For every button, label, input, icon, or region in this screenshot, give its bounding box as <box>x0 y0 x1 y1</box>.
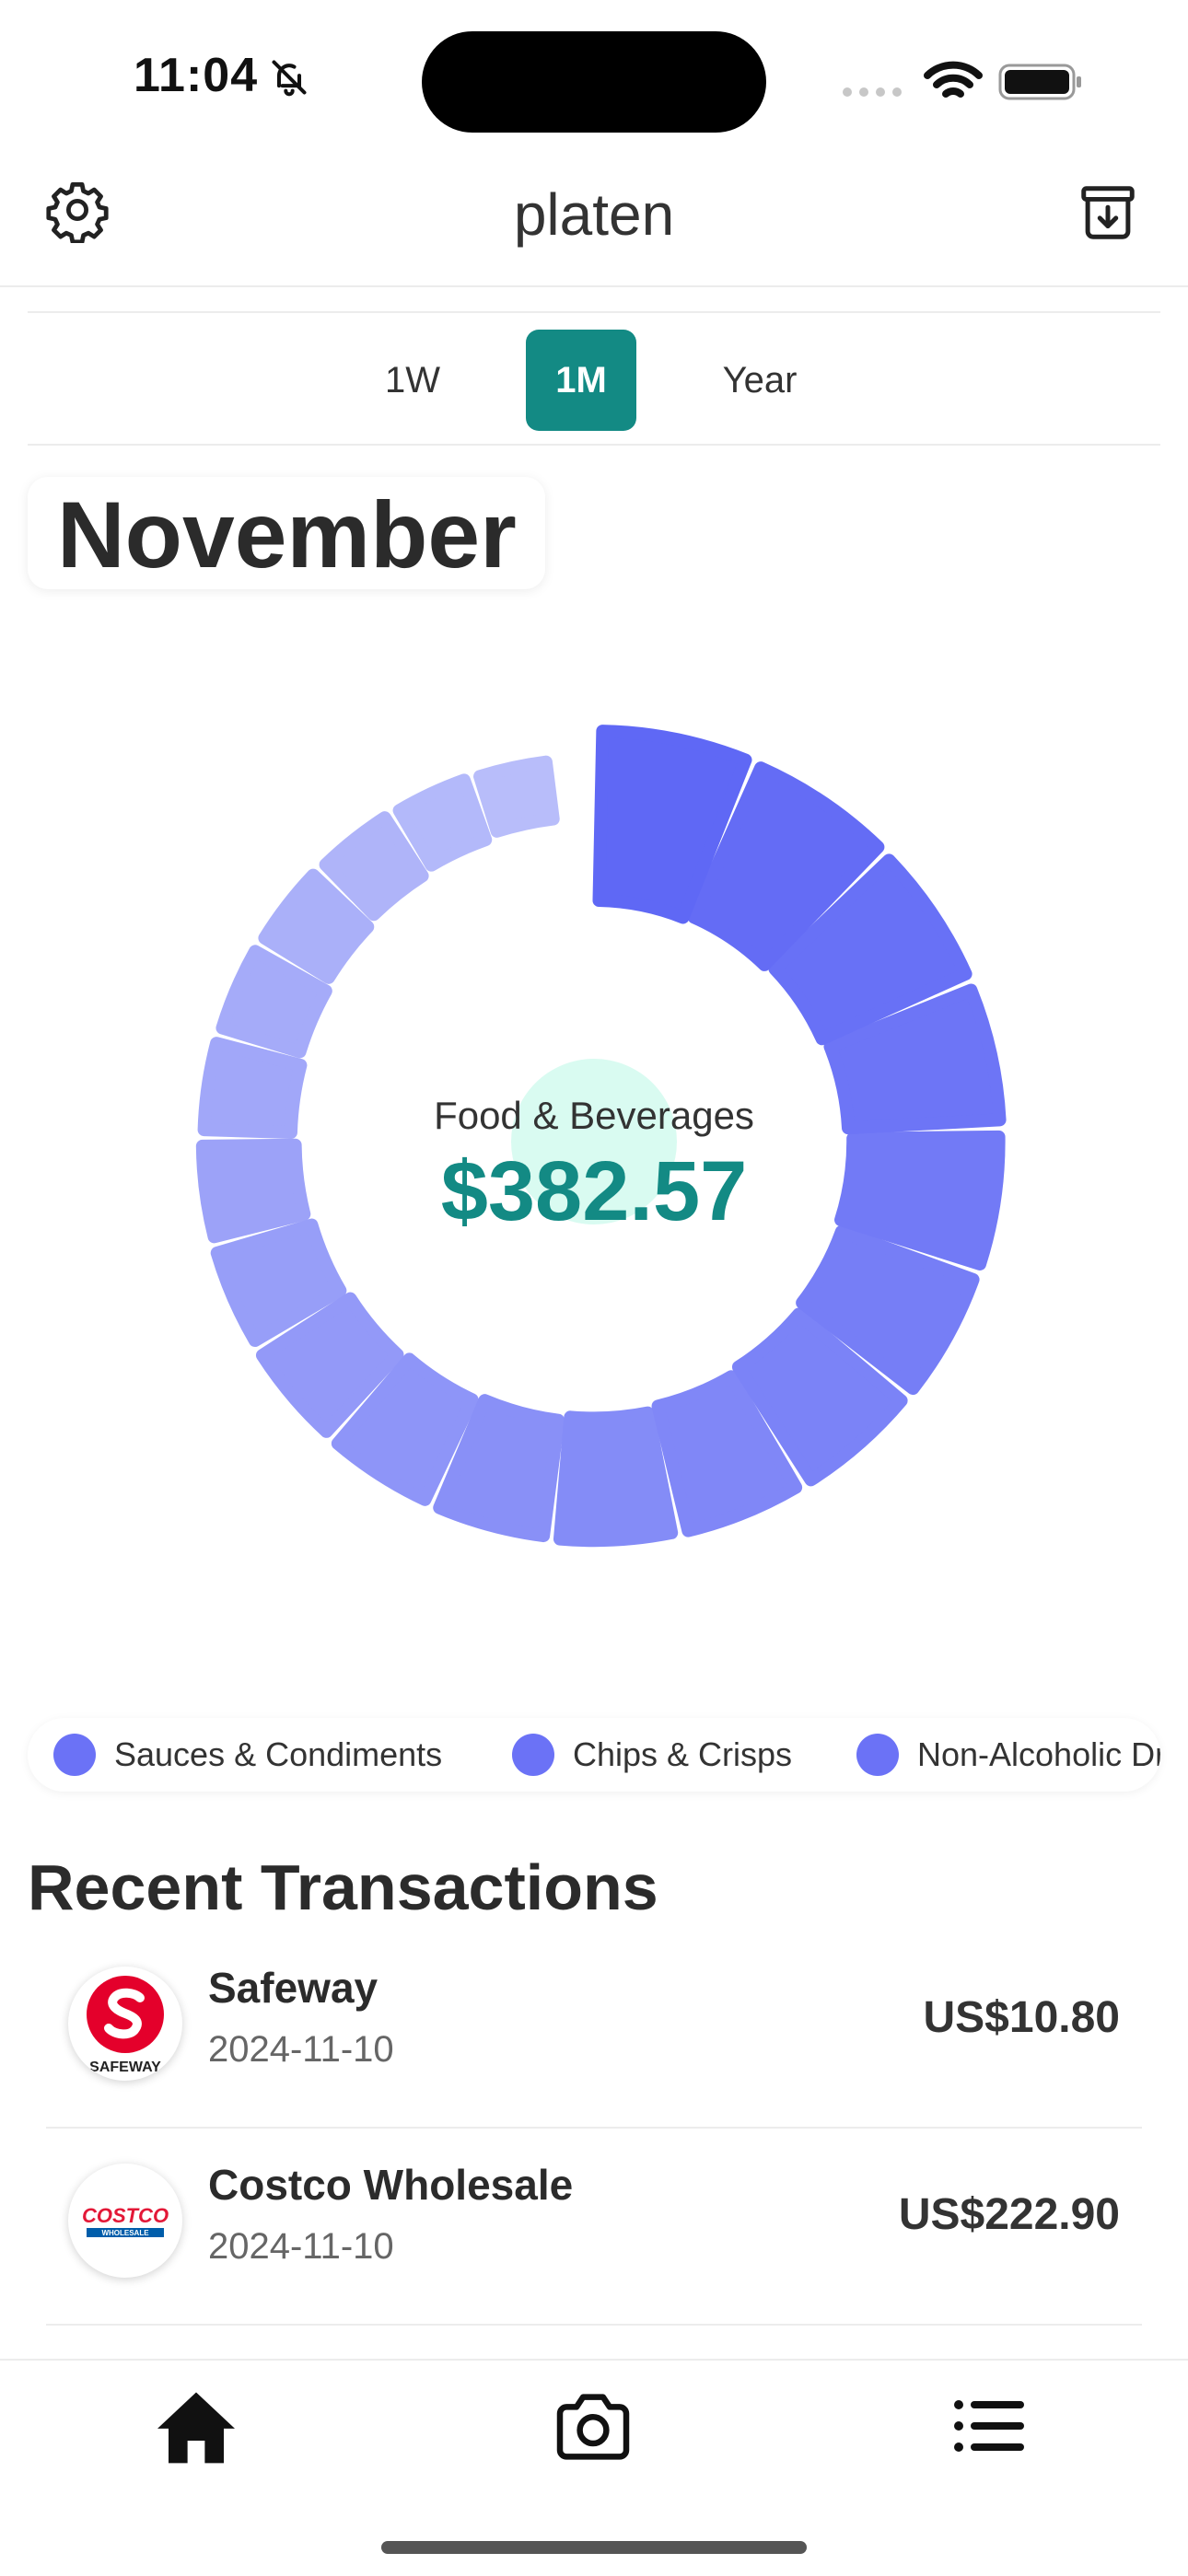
legend-item[interactable]: Chips & Crisps <box>512 1718 792 1792</box>
divider <box>28 444 1160 446</box>
home-indicator <box>381 2541 807 2554</box>
merchant-name: Safeway <box>208 1964 379 2012</box>
svg-text:WHOLESALE: WHOLESALE <box>101 2229 149 2237</box>
costco-logo: COSTCO WHOLESALE <box>68 2164 182 2278</box>
donut-center-value: $382.57 <box>440 1144 748 1238</box>
safeway-logo: SAFEWAY <box>68 1967 182 2081</box>
divider <box>28 311 1160 313</box>
app-title: platen <box>513 181 675 248</box>
donut-segment[interactable] <box>553 1406 679 1548</box>
home-icon[interactable] <box>155 2388 238 2470</box>
svg-text:COSTCO: COSTCO <box>82 2204 169 2227</box>
signal-icon <box>842 86 906 103</box>
camera-icon[interactable] <box>553 2394 634 2465</box>
legend-item[interactable]: Non-Alcoholic Drinks <box>856 1718 1160 1792</box>
wifi-icon <box>924 61 983 108</box>
merchant-name: Costco Wholesale <box>208 2161 574 2209</box>
dynamic-island <box>422 31 766 133</box>
legend-label: Non-Alcoholic Drinks <box>917 1735 1160 1773</box>
transaction-row[interactable]: SAFEWAY Safeway 2024-11-10 US$10.80 <box>46 1932 1142 2129</box>
archive-download-icon[interactable] <box>1076 180 1140 249</box>
transaction-date: 2024-11-10 <box>208 2226 394 2267</box>
month-title: November <box>57 482 517 587</box>
legend-label: Chips & Crisps <box>573 1735 793 1773</box>
status-time: 11:04 <box>134 49 259 102</box>
transaction-amount: US$10.80 <box>923 1993 1121 2042</box>
battery-icon <box>998 63 1083 106</box>
transaction-date: 2024-11-10 <box>208 2029 394 2070</box>
period-tab-year[interactable]: Year <box>709 330 810 431</box>
transaction-amount: US$222.90 <box>898 2190 1120 2239</box>
svg-text:SAFEWAY: SAFEWAY <box>89 2060 161 2075</box>
transaction-row[interactable]: COSTCO WHOLESALE Costco Wholesale 2024-1… <box>46 2129 1142 2326</box>
bell-slash-icon <box>269 57 309 102</box>
legend-item[interactable]: Sauces & Condiments <box>53 1718 442 1792</box>
legend-label: Sauces & Condiments <box>114 1735 443 1773</box>
legend-dot <box>53 1734 96 1776</box>
list-icon[interactable] <box>954 2399 1024 2457</box>
chart-legend[interactable]: Sauces & Condiments Chips & Crisps Non-A… <box>28 1718 1160 1792</box>
section-title: Recent Transactions <box>28 1851 658 1923</box>
donut-segment[interactable] <box>473 755 560 838</box>
donut-center-label: Food & Beverages <box>434 1094 754 1137</box>
period-tab-1w[interactable]: 1W <box>367 330 459 431</box>
legend-dot <box>512 1734 554 1776</box>
period-tab-1m[interactable]: 1M <box>526 330 636 431</box>
legend-dot <box>856 1734 899 1776</box>
